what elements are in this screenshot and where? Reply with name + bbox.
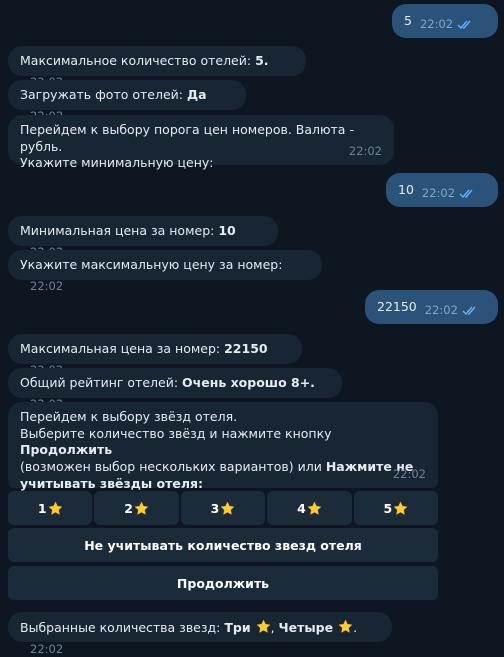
message-text: Загружать фото отелей: <box>20 87 187 102</box>
star-icon <box>393 500 408 515</box>
message-text: Максимальная цена за номер: <box>20 341 225 356</box>
message-time: 22:02 <box>30 278 64 293</box>
star-icon <box>47 500 63 515</box>
message-text: Максимальное количество отелей: <box>20 53 256 68</box>
star-button-1[interactable]: 1 <box>8 491 93 525</box>
message-time: 22:02 <box>421 186 456 201</box>
message-bold-text: 5. <box>255 53 269 68</box>
incoming-message[interactable]: Максимальная цена за номер: 22150 22:02 <box>8 334 302 377</box>
continue-button[interactable]: Продолжить <box>8 566 438 600</box>
button-label: 5 <box>383 500 393 516</box>
message-text-line: (возможен выбор нескольких вариантов) ил… <box>20 459 426 476</box>
star-button-4[interactable]: 4 <box>267 491 352 525</box>
message-bold-text: учитывать звёзды отеля: <box>20 475 204 491</box>
message-bold-text: Три <box>224 620 251 635</box>
message-text-line: Перейдем к выбору порога цен номеров. Ва… <box>20 122 354 154</box>
star-icon <box>220 500 235 515</box>
message-time: 22:02 <box>30 641 64 656</box>
message-time: 22:02 <box>419 17 454 32</box>
button-label: 2 <box>124 500 133 516</box>
message-text: Выберите количество звёзд и нажмите кноп… <box>20 425 332 441</box>
message-text: Общий рейтинг отелей: <box>20 375 183 390</box>
read-checkmarks-icon <box>462 306 478 316</box>
message-text: Минимальная цена за номер: <box>20 223 219 238</box>
ignore-stars-button[interactable]: Не учитывать количество звезд отеля <box>8 528 438 562</box>
incoming-message[interactable]: Загружать фото отелей: Да 22:02 <box>8 80 246 123</box>
incoming-message[interactable]: Перейдем к выбору порога цен номеров. Ва… <box>8 115 394 170</box>
incoming-message[interactable]: Общий рейтинг отелей: Очень хорошо 8+. 2… <box>8 368 342 411</box>
message-text: 10 <box>398 181 414 197</box>
message-text: Выбранные количества звезд: <box>20 620 225 635</box>
message-time: 22:02 <box>424 303 458 318</box>
message-text: Укажите максимальную цену за номер: <box>20 257 283 272</box>
message-bold-text: Очень хорошо 8+. <box>182 375 315 390</box>
star-buttons-row: 1 2 3 4 5 <box>8 491 439 525</box>
ignore-stars-row: Не учитывать количество звезд отеля <box>8 528 438 562</box>
star-icon <box>338 619 353 633</box>
star-icon <box>134 500 149 515</box>
message-bold-text: Продолжить <box>20 442 113 458</box>
read-checkmarks-icon <box>457 20 473 30</box>
star-icon <box>307 500 322 515</box>
outgoing-message[interactable]: 22150 22:02 <box>365 290 498 324</box>
outgoing-message[interactable]: 5 22:02 <box>392 4 498 38</box>
continue-row: Продолжить <box>8 566 438 600</box>
read-checkmarks-icon <box>459 189 475 199</box>
message-text-line: Выберите количество звёзд и нажмите кноп… <box>20 426 426 459</box>
message-text: , <box>270 620 279 635</box>
message-text-line: Укажите минимальную цену: <box>20 155 214 171</box>
message-bold-text: 22150 <box>224 341 268 356</box>
message-text-line: учитывать звёзды отеля: <box>20 476 426 493</box>
message-text: 5 <box>404 12 412 28</box>
star-button-2[interactable]: 2 <box>94 491 179 525</box>
incoming-message[interactable]: Перейдем к выбору звёзд отеля. Выберите … <box>8 402 438 491</box>
message-text: . <box>353 620 358 635</box>
star-icon <box>255 619 271 633</box>
message-text: (возможен выбор нескольких вариантов) ил… <box>20 458 326 474</box>
message-bold-text: Четыре <box>278 620 334 635</box>
star-button-3[interactable]: 3 <box>180 491 266 525</box>
message-bold-text: Да <box>186 87 207 102</box>
message-text-line: Перейдем к выбору звёзд отеля. <box>20 409 238 424</box>
button-label: 3 <box>210 500 220 516</box>
incoming-message[interactable]: Максимальное количество отелей: 5. 22:02 <box>8 46 306 89</box>
incoming-message[interactable]: Укажите максимальную цену за номер: 22:0… <box>8 250 322 293</box>
outgoing-message[interactable]: 10 22:02 <box>386 173 498 207</box>
incoming-message[interactable]: Минимальная цена за номер: 10 22:02 <box>8 216 278 259</box>
button-label: 4 <box>297 500 306 516</box>
button-label: 1 <box>37 500 47 516</box>
message-time: 22:02 <box>392 466 426 481</box>
star-button-5[interactable]: 5 <box>353 491 439 525</box>
message-time: 22:02 <box>348 143 382 158</box>
incoming-message[interactable]: Выбранные количества звезд: Три , Четыре… <box>8 612 392 656</box>
message-text: 22150 <box>377 298 417 314</box>
message-bold-text: 10 <box>218 223 236 238</box>
